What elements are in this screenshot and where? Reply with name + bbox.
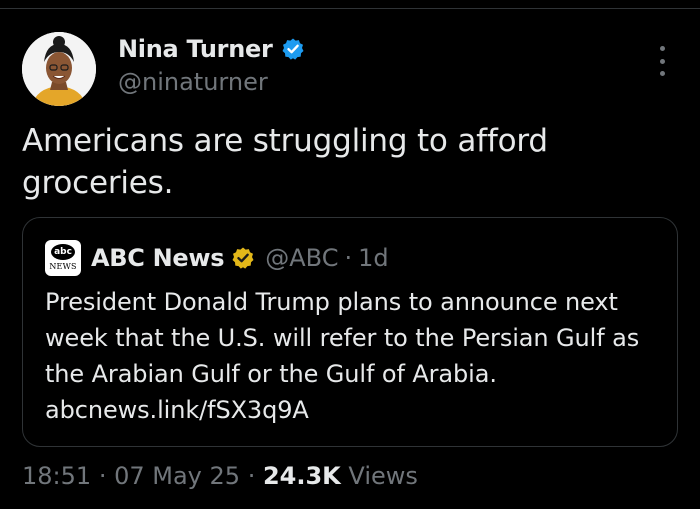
top-divider (0, 8, 700, 9)
gold-verified-badge-icon (231, 246, 255, 270)
more-vertical-icon[interactable] (650, 46, 674, 76)
meta-separator-2: · (247, 462, 256, 490)
quoted-display-name[interactable]: ABC News (91, 244, 225, 272)
tweet-text: Americans are struggling to afford groce… (22, 123, 548, 201)
tweet-date[interactable]: 07 May 25 (114, 462, 240, 490)
quoted-separator: · (344, 244, 353, 272)
quoted-tweet-link[interactable]: abcnews.link/fSX3q9A (45, 392, 665, 428)
abc-news-avatar[interactable]: abc NEWS (45, 240, 81, 276)
author-handle[interactable]: @ninaturner (118, 68, 268, 96)
verified-badge-icon (281, 37, 305, 61)
quoted-handle[interactable]: @ABC (265, 244, 338, 272)
quoted-tweet-body: President Donald Trump plans to announce… (45, 284, 665, 428)
quoted-tweet-card[interactable]: abc NEWS ABC News @ABC · 1d President Do… (22, 217, 678, 447)
quoted-tweet-text: President Donald Trump plans to announce… (45, 288, 640, 388)
meta-separator-1: · (98, 462, 107, 490)
quoted-tweet-header: abc NEWS ABC News @ABC · 1d (45, 240, 389, 276)
abc-logo-text: abc (51, 244, 75, 260)
quoted-age[interactable]: 1d (358, 244, 389, 272)
tweet-time[interactable]: 18:51 (22, 462, 91, 490)
views-count[interactable]: 24.3K (263, 462, 341, 490)
author-avatar[interactable] (22, 32, 96, 106)
abc-logo-sub: NEWS (49, 262, 77, 271)
author-display-name[interactable]: Nina Turner (118, 35, 273, 63)
views-label[interactable]: Views (348, 462, 417, 490)
tweet-meta: 18:51 · 07 May 25 · 24.3K Views (22, 462, 418, 490)
author-name-row: Nina Turner (118, 34, 305, 64)
avatar-photo (22, 32, 96, 106)
